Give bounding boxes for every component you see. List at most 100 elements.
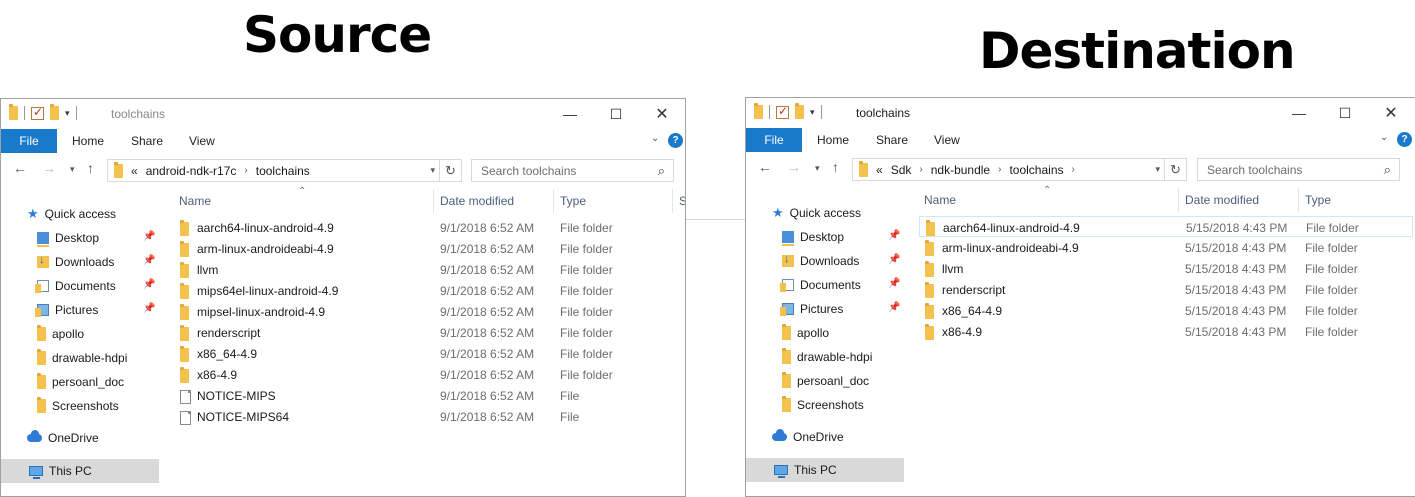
nav-documents[interactable]: Documents 📌 (746, 274, 904, 296)
nav-quick-access[interactable]: ★ Quick access (1, 203, 159, 225)
search-input[interactable]: Search toolchains ⌕ (471, 159, 674, 182)
minimize-button[interactable]: — (547, 99, 593, 129)
column-header-date[interactable]: Date modified (1180, 186, 1298, 214)
column-divider[interactable] (433, 189, 434, 213)
chevron-right-icon[interactable]: › (244, 165, 247, 176)
table-row[interactable]: renderscript 9/1/2018 6:52 AM File folder (174, 322, 674, 343)
table-row[interactable]: renderscript 5/15/2018 4:43 PM File folder (919, 279, 1413, 300)
up-button[interactable]: ↑ (87, 160, 94, 176)
help-icon[interactable]: ? (1397, 132, 1412, 147)
table-row[interactable]: x86_64-4.9 9/1/2018 6:52 AM File folder (174, 343, 674, 364)
table-row[interactable]: llvm 9/1/2018 6:52 AM File folder (174, 259, 674, 280)
table-row[interactable]: x86-4.9 9/1/2018 6:52 AM File folder (174, 364, 674, 385)
column-divider[interactable] (1178, 188, 1179, 212)
breadcrumb-toolchains[interactable]: toolchains (256, 164, 310, 178)
table-row[interactable]: x86_64-4.9 5/15/2018 4:43 PM File folder (919, 300, 1413, 321)
back-button[interactable]: ← (13, 160, 27, 176)
tab-share[interactable]: Share (131, 134, 163, 148)
nav-drawable-hdpi[interactable]: drawable-hdpi (746, 346, 904, 368)
table-row[interactable]: NOTICE-MIPS 9/1/2018 6:52 AM File (174, 385, 674, 406)
breadcrumb-android-ndk-r17c[interactable]: android-ndk-r17c (146, 164, 237, 178)
minimize-button[interactable]: — (1276, 98, 1322, 128)
chevron-right-icon[interactable]: › (1072, 164, 1075, 175)
customize-dropdown-icon[interactable]: ▾ (810, 107, 815, 118)
column-header-name[interactable]: Name (919, 186, 1179, 214)
search-icon[interactable]: ⌕ (1384, 162, 1391, 178)
table-row[interactable]: mips64el-linux-android-4.9 9/1/2018 6:52 … (174, 280, 674, 301)
address-dropdown-icon[interactable]: ▾ (1155, 164, 1160, 175)
chevron-right-icon[interactable]: › (919, 164, 922, 175)
column-header-type[interactable]: Type (555, 187, 672, 215)
address-dropdown-icon[interactable]: ▾ (430, 165, 435, 176)
search-input[interactable]: Search toolchains ⌕ (1197, 158, 1400, 181)
breadcrumb-toolchains[interactable]: toolchains (1009, 163, 1063, 177)
nav-drawable-hdpi[interactable]: drawable-hdpi (1, 347, 159, 369)
nav-screenshots[interactable]: Screenshots (746, 394, 904, 416)
maximize-button[interactable]: ☐ (1322, 98, 1368, 128)
nav-pictures[interactable]: Pictures 📌 (746, 298, 904, 320)
column-header-name[interactable]: Name (174, 187, 434, 215)
tab-view[interactable]: View (189, 134, 215, 148)
new-folder-icon[interactable] (50, 104, 59, 120)
properties-icon[interactable] (31, 105, 44, 120)
address-bar[interactable]: « Sdk › ndk-bundle › toolchains › ▾ ↻ (852, 158, 1187, 181)
tab-share[interactable]: Share (876, 133, 908, 147)
help-icon[interactable]: ? (668, 133, 683, 148)
table-row[interactable]: aarch64-linux-android-4.9 5/15/2018 4:43 … (919, 216, 1413, 237)
table-row[interactable]: arm-linux-androideabi-4.9 5/15/2018 4:43 … (919, 237, 1413, 258)
expand-ribbon-icon[interactable]: ⌄ (651, 133, 659, 144)
nav-documents[interactable]: Documents 📌 (1, 275, 159, 297)
address-overflow[interactable]: « (876, 163, 883, 177)
tab-file[interactable]: File (746, 128, 802, 152)
column-divider[interactable] (553, 189, 554, 213)
forward-button[interactable]: → (787, 159, 801, 175)
search-icon[interactable]: ⌕ (658, 163, 665, 179)
column-header-date[interactable]: Date modified (435, 187, 553, 215)
tab-home[interactable]: Home (72, 134, 104, 148)
nav-onedrive[interactable]: OneDrive (746, 426, 904, 448)
nav-onedrive[interactable]: OneDrive (1, 427, 159, 449)
tab-file[interactable]: File (1, 129, 57, 153)
nav-this-pc[interactable]: This PC (746, 458, 904, 482)
table-row[interactable]: arm-linux-androideabi-4.9 9/1/2018 6:52 A… (174, 238, 674, 259)
recent-locations-icon[interactable]: ▾ (70, 164, 75, 175)
nav-apollo[interactable]: apollo (1, 323, 159, 345)
close-button[interactable]: ✕ (639, 99, 685, 129)
table-row[interactable]: x86-4.9 5/15/2018 4:43 PM File folder (919, 321, 1413, 342)
nav-this-pc[interactable]: This PC (1, 459, 159, 483)
nav-apollo[interactable]: apollo (746, 322, 904, 344)
customize-dropdown-icon[interactable]: ▾ (65, 108, 70, 119)
nav-persoanl-doc[interactable]: persoanl_doc (746, 370, 904, 392)
table-row[interactable]: mipsel-linux-android-4.9 9/1/2018 6:52 AM… (174, 301, 674, 322)
recent-locations-icon[interactable]: ▾ (815, 163, 820, 174)
address-bar[interactable]: « android-ndk-r17c › toolchains ▾ ↻ (107, 159, 462, 182)
table-row[interactable]: aarch64-linux-android-4.9 9/1/2018 6:52 A… (174, 217, 674, 238)
maximize-button[interactable]: ☐ (593, 99, 639, 129)
nav-downloads[interactable]: Downloads 📌 (1, 251, 159, 273)
column-divider[interactable] (1298, 188, 1299, 212)
nav-desktop[interactable]: Desktop 📌 (746, 226, 904, 248)
tab-home[interactable]: Home (817, 133, 849, 147)
breadcrumb-ndk-bundle[interactable]: ndk-bundle (931, 163, 990, 177)
breadcrumb-sdk[interactable]: Sdk (891, 163, 912, 177)
new-folder-icon[interactable] (795, 103, 804, 119)
up-button[interactable]: ↑ (832, 159, 839, 175)
close-button[interactable]: ✕ (1368, 98, 1414, 128)
table-row[interactable]: NOTICE-MIPS64 9/1/2018 6:52 AM File (174, 406, 674, 427)
column-divider[interactable] (672, 189, 673, 213)
address-overflow[interactable]: « (131, 164, 138, 178)
nav-screenshots[interactable]: Screenshots (1, 395, 159, 417)
nav-quick-access[interactable]: ★ Quick access (746, 202, 904, 224)
nav-desktop[interactable]: Desktop 📌 (1, 227, 159, 249)
column-header-type[interactable]: Type (1300, 186, 1415, 214)
refresh-icon[interactable]: ↻ (1164, 159, 1186, 180)
nav-pictures[interactable]: Pictures 📌 (1, 299, 159, 321)
table-row[interactable]: llvm 5/15/2018 4:43 PM File folder (919, 258, 1413, 279)
expand-ribbon-icon[interactable]: ⌄ (1380, 132, 1388, 143)
properties-icon[interactable] (776, 104, 789, 119)
nav-persoanl-doc[interactable]: persoanl_doc (1, 371, 159, 393)
column-header-size[interactable]: S (674, 187, 685, 215)
nav-downloads[interactable]: Downloads 📌 (746, 250, 904, 272)
back-button[interactable]: ← (758, 159, 772, 175)
chevron-right-icon[interactable]: › (998, 164, 1001, 175)
